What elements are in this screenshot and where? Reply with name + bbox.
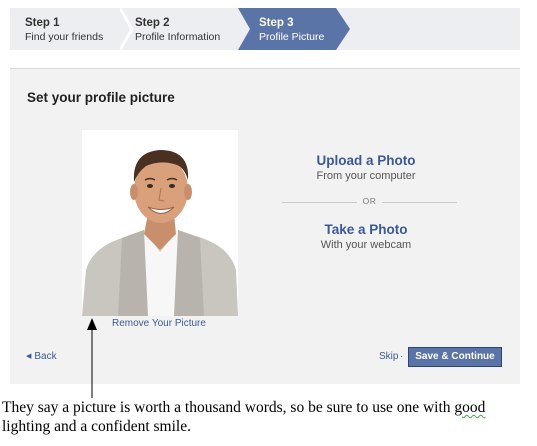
or-divider-line-right	[382, 202, 457, 203]
take-photo-link[interactable]: Take a Photo	[282, 222, 450, 237]
profile-picture-panel: Set your profile picture Remove Your Pic…	[10, 68, 520, 384]
steps-progress-bar: Step 1 Find your friends Step 2 Profile …	[10, 8, 520, 50]
step-1-number: Step 1	[25, 17, 60, 29]
back-arrow-icon: ◀	[26, 353, 32, 360]
step-1-label: Find your friends	[25, 31, 104, 43]
save-continue-button[interactable]: Save & Continue	[408, 347, 502, 367]
remove-picture-link[interactable]: Remove Your Picture	[112, 318, 206, 329]
caption-text-after: lighting and a confident smile.	[2, 418, 191, 435]
profile-photo	[82, 130, 238, 316]
step-3-number: Step 3	[259, 17, 294, 29]
upload-photo-subtitle: From your computer	[316, 170, 416, 182]
take-photo-subtitle: With your webcam	[320, 239, 412, 251]
or-divider: OR	[282, 196, 457, 208]
step-3[interactable]: Step 3 Profile Picture	[238, 8, 350, 50]
step-2-label: Profile Information	[135, 31, 221, 43]
back-link-label: Back	[34, 351, 57, 362]
step-2[interactable]: Step 2 Profile Information	[120, 8, 248, 50]
caption-text-before: They say a picture is worth a thousand w…	[2, 399, 455, 416]
or-divider-label: OR	[362, 196, 377, 206]
step-3-label: Profile Picture	[259, 31, 325, 43]
upload-photo-link[interactable]: Upload a Photo	[282, 153, 450, 168]
back-link[interactable]: ◀ Back	[26, 351, 57, 362]
step-1[interactable]: Step 1 Find your friends	[10, 8, 120, 50]
footer-separator: ·	[400, 351, 404, 362]
panel-title: Set your profile picture	[27, 90, 175, 105]
skip-link[interactable]: Skip	[379, 351, 398, 362]
profile-photo-image	[82, 130, 238, 316]
step-2-number: Step 2	[135, 17, 170, 29]
annotation-caption: They say a picture is worth a thousand w…	[2, 398, 537, 436]
caption-text-underlined: good	[454, 399, 486, 416]
